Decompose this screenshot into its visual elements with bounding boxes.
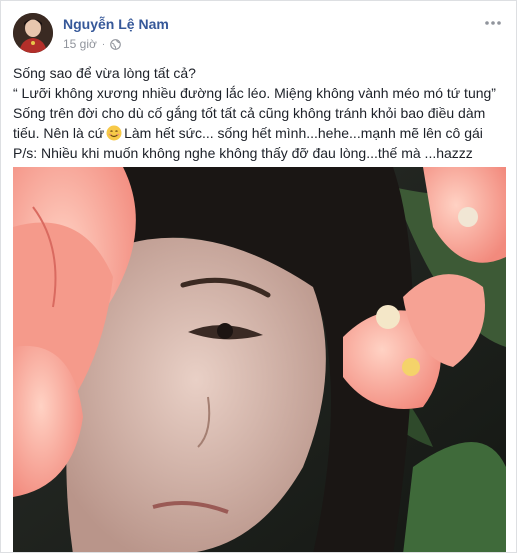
more-options-icon[interactable]	[483, 13, 503, 33]
post-line-2: “ Lưỡi không xương nhiều đường lắc léo. …	[13, 85, 496, 101]
meta-separator: ·	[101, 38, 106, 50]
post-line-3: Sống trên đời cho dù cố gắng tốt tất cả …	[13, 105, 486, 121]
smiling-face-emoji-icon	[106, 125, 122, 141]
post-card: Nguyễn Lệ Nam 15 giờ · Sống sao để vừa l…	[0, 0, 517, 553]
post-line-4b: Làm hết sức... sống hết mình...hehe...mạ…	[124, 125, 483, 141]
post-line-5: P/s: Nhiều khi muốn không nghe không thấ…	[13, 145, 473, 161]
post-photo[interactable]	[13, 167, 506, 552]
post-timestamp[interactable]: 15 giờ	[63, 37, 97, 51]
post-line-4: tiếu. Nên là cứ Làm hết sức... sống hết m…	[13, 123, 508, 143]
author-name[interactable]: Nguyễn Lệ Nam	[63, 16, 169, 32]
post-line-1: Sống sao để vừa lòng tất cả?	[13, 65, 196, 81]
post-text: Sống sao để vừa lòng tất cả? “ Lưỡi khôn…	[13, 63, 508, 163]
post-header: Nguyễn Lệ Nam 15 giờ ·	[13, 13, 503, 57]
author-avatar[interactable]	[13, 13, 53, 53]
post-line-4a: tiếu. Nên là cứ	[13, 125, 105, 141]
post-meta: 15 giờ ·	[63, 37, 122, 51]
globe-icon[interactable]	[110, 38, 122, 50]
